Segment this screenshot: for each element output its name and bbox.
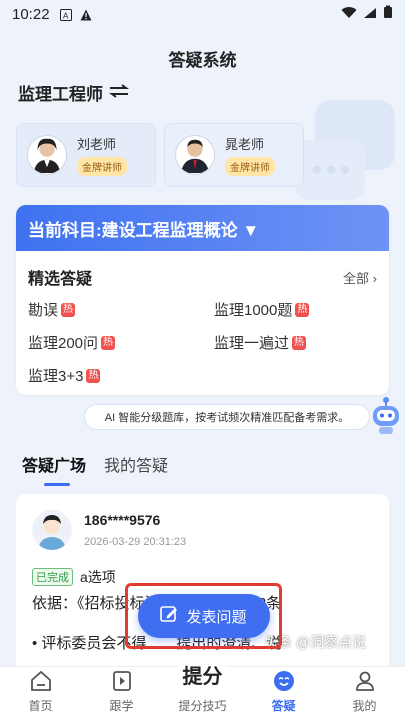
hot-badge: 热 (295, 302, 310, 317)
teacher-list: 刘老师 金牌讲师 晁老师 金牌讲师 (16, 123, 304, 187)
svg-text:A: A (63, 12, 69, 21)
nav-study-label: 跟学 (109, 699, 134, 713)
featured-item[interactable]: 监理1000题热 (214, 299, 389, 320)
nav-mine-label: 我的 (352, 699, 377, 713)
post-username: 186****9576 (84, 512, 161, 528)
hot-badge: 热 (61, 302, 76, 317)
nav-qa-label: 答疑 (271, 699, 296, 713)
highlight-box: 发表问题 (125, 583, 282, 649)
teacher-card[interactable]: 刘老师 金牌讲师 (16, 123, 156, 187)
post-time: 2026-03-29 20:31:23 (84, 536, 187, 548)
status-time: 10:22 (12, 5, 50, 23)
featured-item[interactable]: 勘误热 (28, 299, 214, 320)
qa-bubble-icon (273, 671, 294, 691)
view-all-label: 全部 (343, 270, 370, 286)
nav-qa[interactable]: 答疑 (243, 667, 324, 720)
major-label: 监理工程师 (18, 85, 103, 104)
teacher-card[interactable]: 晁老师 金牌讲师 (164, 123, 304, 187)
teacher-avatar (27, 135, 67, 175)
featured-title: 精选答疑 (28, 271, 93, 288)
featured-item-label: 监理3+3 (28, 368, 84, 385)
tab-my-qa[interactable]: 我的答疑 (104, 452, 168, 476)
featured-grid: 勘误热 监理1000题热 监理200问热 监理一遍过热 监理3+3 热 (16, 295, 389, 390)
teacher-badge: 金牌讲师 (225, 157, 275, 176)
page-title: 答疑系统 (168, 51, 237, 70)
teacher-avatar (175, 135, 215, 175)
edit-icon (160, 605, 178, 627)
battery-icon (383, 5, 393, 23)
ai-tip-bubble[interactable]: AI 智能分级题库，按考试频次精准匹配备考需求。 (84, 404, 370, 430)
nav-tips-label: 提分技巧 (178, 699, 227, 713)
wifi-icon (341, 6, 357, 23)
nav-home[interactable]: 首页 (0, 667, 81, 720)
status-bar: 10:22 A (0, 0, 405, 28)
featured-panel: 当前科目:建设工程监理概论 ▼ 精选答疑 全部 › 勘误热 监理1000题热 监… (16, 205, 389, 395)
teacher-badge: 金牌讲师 (77, 157, 127, 176)
featured-item-label: 监理1000题 (214, 302, 293, 319)
featured-item[interactable]: 监理200问热 (28, 332, 214, 353)
bottom-nav: 首页 跟学 提分 提分技巧 答疑 我的 (0, 655, 405, 720)
hot-badge: 热 (101, 335, 116, 350)
tab-qa-square[interactable]: 答疑广场 (22, 452, 86, 486)
switch-arrows-icon (109, 83, 129, 103)
nav-home-label: 首页 (28, 699, 53, 713)
status-badge: 已完成 (32, 568, 73, 586)
nav-tips[interactable]: 提分 提分技巧 (162, 655, 243, 720)
warning-icon (80, 8, 92, 21)
teacher-name: 晁老师 (225, 137, 265, 152)
user-avatar (32, 510, 72, 550)
app-notification-icon: A (59, 8, 72, 21)
post-question-button[interactable]: 发表问题 (137, 594, 270, 638)
featured-item[interactable]: 监理一遍过热 (214, 332, 389, 353)
chevron-right-icon: › (372, 270, 377, 286)
featured-header: 精选答疑 全部 › (16, 251, 389, 295)
subject-selector[interactable]: 当前科目:建设工程监理概论 ▼ (16, 205, 389, 251)
ai-robot-icon[interactable] (370, 396, 402, 436)
teacher-name: 刘老师 (77, 137, 117, 152)
nav-mine[interactable]: 我的 (324, 667, 405, 720)
featured-item-label: 勘误 (28, 302, 59, 319)
view-all-link[interactable]: 全部 › (343, 268, 377, 287)
featured-item-label: 监理200问 (28, 335, 99, 352)
post-question-label: 发表问题 (186, 608, 247, 626)
signal-icon (363, 6, 377, 23)
hot-badge: 热 (86, 368, 101, 383)
post-user: 186****9576 2026-03-29 20:31:23 (32, 510, 186, 550)
user-icon (355, 671, 374, 691)
play-book-icon (112, 671, 131, 691)
home-icon (30, 670, 51, 691)
post-answer: a选项 (80, 569, 116, 585)
featured-item[interactable]: 监理3+3 热 (28, 365, 214, 386)
hot-badge: 热 (292, 335, 307, 350)
qa-tabs: 答疑广场 我的答疑 (22, 452, 168, 486)
featured-item-label: 监理一遍过 (214, 335, 290, 352)
nav-study[interactable]: 跟学 (81, 667, 162, 720)
major-switcher[interactable]: 监理工程师 (18, 80, 129, 105)
